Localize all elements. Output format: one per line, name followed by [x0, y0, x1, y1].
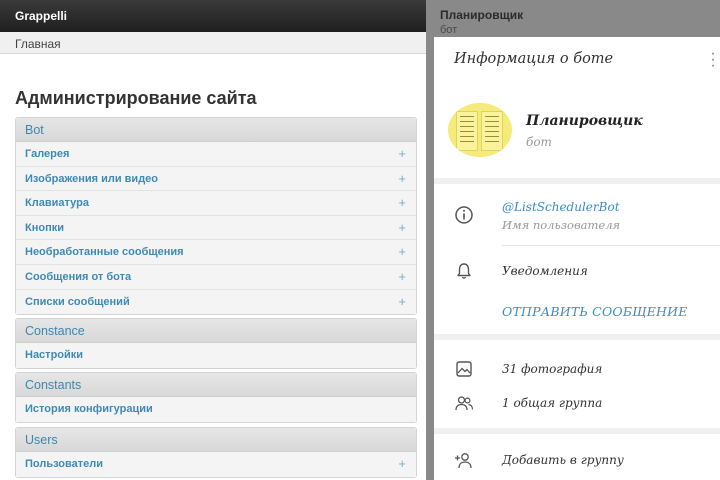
model-row-gallery[interactable]: Галерея +	[16, 142, 416, 167]
model-link[interactable]: Сообщения от бота	[25, 271, 131, 283]
add-icon[interactable]: +	[398, 146, 406, 161]
photos-count[interactable]: 31 фотография	[502, 362, 602, 376]
bot-avatar[interactable]	[448, 103, 512, 157]
chat-subtitle: бот	[440, 24, 458, 36]
media-card	[434, 340, 720, 428]
common-groups[interactable]: 1 общая группа	[502, 396, 602, 410]
admin-topbar: Grappelli	[0, 0, 426, 32]
module-header[interactable]: Users	[16, 428, 416, 452]
app-title[interactable]: Grappelli	[15, 9, 67, 23]
module-users: Users Пользователи +	[15, 427, 417, 478]
model-row-config-history[interactable]: История конфигурации	[16, 397, 416, 422]
model-row-raw-messages[interactable]: Необработанные сообщения +	[16, 240, 416, 265]
username-label: Имя пользователя	[502, 218, 621, 232]
model-link[interactable]: История конфигурации	[25, 403, 153, 415]
module-bot: Bot Галерея + Изображения или видео + Клав…	[15, 117, 417, 316]
add-user-icon	[455, 453, 472, 469]
bot-username[interactable]: @ListSchedulerBot	[502, 200, 620, 214]
model-link[interactable]: Галерея	[25, 148, 69, 160]
add-icon[interactable]: +	[398, 220, 406, 235]
model-link[interactable]: Списки сообщений	[25, 296, 130, 308]
model-link[interactable]: Необработанные сообщения	[25, 246, 184, 258]
module-header[interactable]: Constance	[16, 319, 416, 343]
group-icon	[455, 396, 474, 411]
bot-name: Планировщик	[526, 113, 643, 129]
notifications-label[interactable]: Уведомления	[502, 264, 588, 278]
bot-type: бот	[526, 135, 552, 149]
add-to-group-button[interactable]: Добавить в группу	[502, 453, 624, 467]
model-row-buttons[interactable]: Кнопки +	[16, 215, 416, 241]
kebab-menu-icon[interactable]: · · ·	[710, 46, 716, 74]
info-icon	[455, 206, 473, 224]
add-icon[interactable]: +	[398, 244, 406, 259]
breadcrumb-home[interactable]: Главная	[15, 37, 61, 51]
note-right-icon	[481, 111, 503, 151]
module-header[interactable]: Bot	[16, 118, 416, 142]
divider	[502, 245, 720, 246]
model-row-users[interactable]: Пользователи +	[16, 452, 416, 477]
photo-icon	[456, 361, 472, 377]
model-row-keyboard[interactable]: Клавиатура +	[16, 191, 416, 216]
add-icon[interactable]: +	[398, 171, 406, 186]
model-link[interactable]: Пользователи	[25, 458, 103, 470]
add-icon[interactable]: +	[398, 294, 406, 309]
module-header[interactable]: Constants	[16, 373, 416, 397]
model-link[interactable]: Клавиатура	[25, 197, 89, 209]
chat-title: Планировщик	[440, 8, 524, 22]
send-message-button[interactable]: ОТПРАВИТЬ СООБЩЕНИЕ	[502, 304, 688, 319]
module-constants: Constants История конфигурации	[15, 372, 417, 423]
admin-panel: Grappelli Главная Администрирование сайт…	[0, 0, 426, 480]
bell-icon	[457, 263, 471, 279]
module-constance: Constance Настройки	[15, 318, 417, 369]
model-row-media[interactable]: Изображения или видео +	[16, 166, 416, 192]
model-link[interactable]: Кнопки	[25, 222, 64, 234]
model-row-bot-messages[interactable]: Сообщения от бота +	[16, 264, 416, 290]
profile-card: Информация о боте · · · Планировщик бот	[434, 37, 720, 178]
dialog-title: Информация о боте	[454, 51, 614, 67]
bot-info-dialog: Информация о боте · · · Планировщик бот @L…	[434, 37, 720, 480]
breadcrumb: Главная	[0, 32, 426, 54]
model-link[interactable]: Изображения или видео	[25, 173, 158, 185]
model-row-message-lists[interactable]: Списки сообщений +	[16, 289, 416, 315]
add-icon[interactable]: +	[398, 456, 406, 471]
add-icon[interactable]: +	[398, 195, 406, 210]
model-link[interactable]: Настройки	[25, 349, 83, 361]
model-row-settings[interactable]: Настройки	[16, 343, 416, 368]
note-left-icon	[456, 111, 478, 151]
add-icon[interactable]: +	[398, 269, 406, 284]
page-title: Администрирование сайта	[15, 88, 257, 108]
